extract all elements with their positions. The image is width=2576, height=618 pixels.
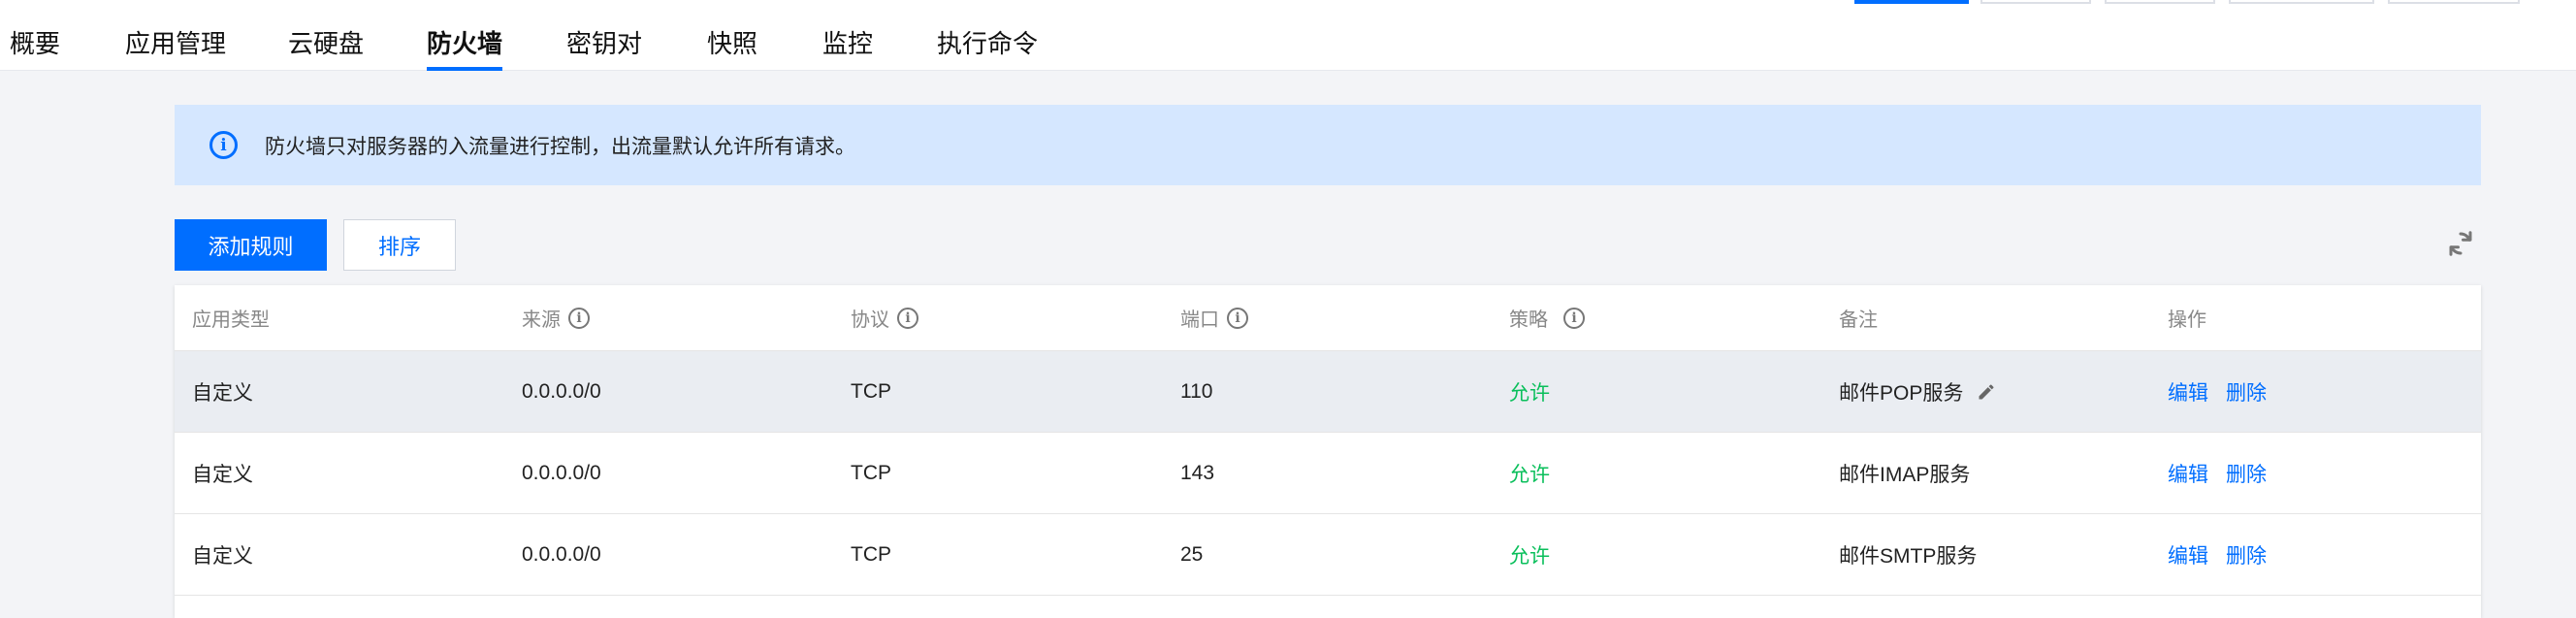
pencil-icon[interactable]	[1977, 382, 1996, 402]
header-protocol: 协议 i	[851, 285, 918, 350]
tab-app-management[interactable]: 应用管理	[125, 0, 226, 71]
cell-port: 143	[1180, 461, 1215, 484]
cell-actions: 编辑 删除	[2168, 351, 2284, 432]
tab-firewall[interactable]: 防火墙	[427, 0, 503, 71]
info-icon[interactable]: i	[1563, 307, 1585, 329]
tab-execute-command[interactable]: 执行命令	[937, 0, 1038, 71]
cell-actions: 编辑 删除	[2168, 433, 2284, 513]
top-button-5[interactable]	[2388, 0, 2520, 4]
top-button-4[interactable]	[2229, 0, 2374, 4]
refresh-icon[interactable]	[2446, 229, 2475, 258]
tab-monitoring[interactable]: 监控	[822, 0, 873, 71]
header-port: 端口 i	[1180, 285, 1248, 350]
edit-link[interactable]: 编辑	[2168, 377, 2208, 407]
firewall-rules-table: 应用类型 来源 i 协议 i 端口 i 策略 i 备注 操作 自定义 0.0.0.0/0…	[175, 285, 2481, 618]
info-icon[interactable]: i	[1227, 307, 1248, 329]
info-icon[interactable]: i	[897, 307, 918, 329]
cell-remark: 邮件SMTP服务	[1839, 544, 1978, 568]
tab-overview[interactable]: 概要	[10, 0, 60, 71]
table-row[interactable]: 自定义 0.0.0.0/0 TCP 25 允许 邮件SMTP服务 编辑 删除	[175, 514, 2481, 596]
cell-policy: 允许	[1509, 381, 1550, 405]
sort-button[interactable]: 排序	[343, 219, 456, 271]
cell-remark: 邮件IMAP服务	[1839, 463, 1971, 486]
cell-app-type: 自定义	[192, 544, 253, 568]
cell-source: 0.0.0.0/0	[522, 542, 601, 566]
top-primary-button[interactable]	[1854, 0, 1969, 4]
table-row[interactable]: 自定义 0.0.0.0/0 TCP 110 允许 邮件POP服务 编辑 删除	[175, 351, 2481, 433]
cell-actions: 编辑 删除	[2168, 514, 2284, 595]
cell-app-type: 自定义	[192, 463, 253, 486]
tab-snapshot[interactable]: 快照	[707, 0, 757, 71]
cell-protocol: TCP	[851, 542, 891, 566]
cell-app-type: 自定义	[192, 381, 253, 405]
delete-link[interactable]: 删除	[2226, 540, 2267, 569]
delete-link[interactable]: 删除	[2226, 459, 2267, 488]
delete-link[interactable]: 删除	[2226, 377, 2267, 407]
tab-key-pair[interactable]: 密钥对	[566, 0, 642, 71]
add-rule-button[interactable]: 添加规则	[175, 219, 327, 271]
table-row[interactable]: 自定义 0.0.0.0/0 TCP 143 允许 邮件IMAP服务 编辑 删除	[175, 433, 2481, 514]
top-button-2[interactable]	[1980, 0, 2091, 4]
cell-port: 25	[1180, 542, 1204, 566]
header-source: 来源 i	[522, 285, 590, 350]
top-nav-bar: 概要 应用管理 云硬盘 防火墙 密钥对 快照 监控 执行命令	[0, 0, 2576, 71]
header-policy: 策略 i	[1509, 285, 1585, 350]
notice-text: 防火墙只对服务器的入流量进行控制，出流量默认允许所有请求。	[265, 135, 855, 158]
edit-link[interactable]: 编辑	[2168, 459, 2208, 488]
cell-policy: 允许	[1509, 544, 1550, 568]
remark-text: 邮件POP服务	[1839, 381, 1964, 405]
header-remark: 备注	[1839, 309, 1878, 331]
top-button-3[interactable]	[2105, 0, 2215, 4]
cell-policy: 允许	[1509, 463, 1550, 486]
cell-source: 0.0.0.0/0	[522, 461, 601, 484]
cell-port: 110	[1180, 379, 1213, 403]
tab-cloud-disk[interactable]: 云硬盘	[288, 0, 364, 71]
cell-source: 0.0.0.0/0	[522, 379, 601, 403]
header-actions: 操作	[2168, 309, 2206, 331]
table-header: 应用类型 来源 i 协议 i 端口 i 策略 i 备注 操作	[175, 285, 2481, 351]
info-icon: i	[209, 131, 238, 159]
cell-remark: 邮件POP服务	[1839, 351, 1996, 432]
cell-protocol: TCP	[851, 379, 891, 403]
cell-protocol: TCP	[851, 461, 891, 484]
info-icon[interactable]: i	[568, 307, 590, 329]
edit-link[interactable]: 编辑	[2168, 540, 2208, 569]
header-app-type: 应用类型	[192, 309, 270, 331]
info-notice: i 防火墙只对服务器的入流量进行控制，出流量默认允许所有请求。	[175, 105, 2481, 185]
